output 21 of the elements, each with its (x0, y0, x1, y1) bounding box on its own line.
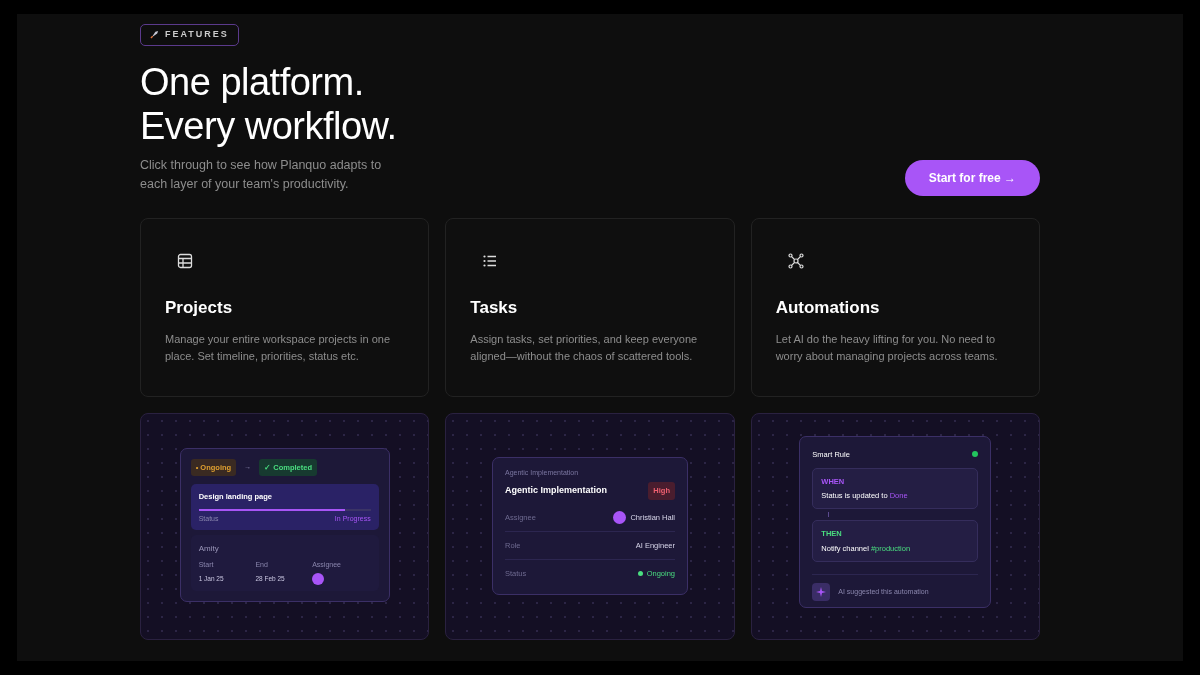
feature-description: Assign tasks, set priorities, and keep everyone aligned—without the chaos of scattered tools. (470, 331, 699, 364)
sparkle-icon (812, 582, 831, 601)
avatar-icon (312, 572, 325, 585)
avatar-icon (613, 510, 627, 524)
feature-description: Manage your entire workspace projects in one place. Set timeline, priorities, status etc. (165, 331, 391, 364)
feature-description: Let AI do the heavy lifting for you. No need to worry about managing projects across teams. (775, 331, 999, 364)
feature-title: Tasks (470, 297, 519, 320)
feature-title: Projects (165, 297, 234, 320)
list-icon (482, 253, 499, 270)
feature-title: Automations (775, 297, 881, 320)
start-button[interactable]: Start for free → (904, 160, 1040, 197)
badge-label: FEATURES (165, 28, 229, 41)
rocket-icon (150, 30, 159, 40)
network-icon (787, 253, 804, 270)
table-icon (177, 253, 193, 270)
card-title: Agentic Implementation (505, 484, 607, 498)
heading-line: Every workflow. (140, 104, 398, 149)
subtitle: Click through to see how Planquo adapts to each layer of your team's productivity. (140, 157, 383, 194)
status-dot (637, 571, 643, 577)
project-name: Amity (198, 543, 220, 555)
heading-line: One platform. (140, 60, 365, 105)
